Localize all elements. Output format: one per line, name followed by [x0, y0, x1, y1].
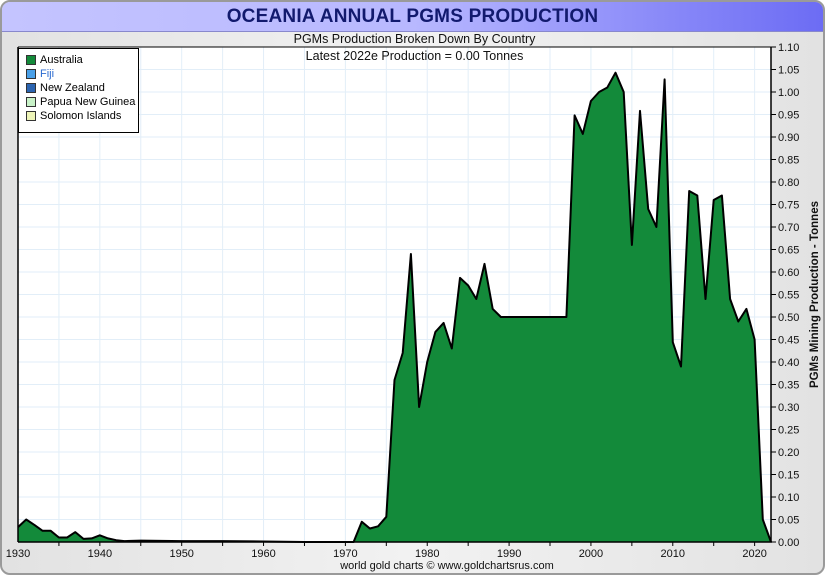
legend-swatch	[26, 69, 36, 79]
y-tick-label: 0.30	[778, 402, 799, 414]
legend-label: Papua New Guinea	[40, 96, 136, 108]
legend-label: Australia	[40, 54, 83, 66]
y-tick-label: 0.90	[778, 132, 799, 144]
legend-swatch	[26, 55, 36, 65]
x-tick-label: 2010	[661, 548, 685, 560]
legend-swatch	[26, 83, 36, 93]
x-tick-label: 1940	[88, 548, 112, 560]
y-tick-label: 0.00	[778, 537, 799, 549]
x-tick-label: 1950	[169, 548, 193, 560]
chart-subtitle: PGMs Production Broken Down By Country	[293, 32, 536, 46]
x-tick-label: 1980	[415, 548, 439, 560]
y-tick-label: 0.70	[778, 222, 799, 234]
x-tick-label: 2000	[579, 548, 603, 560]
y-tick-label: 0.35	[778, 380, 799, 392]
y-tick-label: 0.25	[778, 425, 799, 437]
y-tick-label: 0.40	[778, 357, 799, 369]
y-tick-label: 0.15	[778, 470, 799, 482]
legend-item-new-zealand: New Zealand	[26, 81, 138, 95]
y-tick-label: 0.05	[778, 515, 799, 527]
legend-label: New Zealand	[40, 82, 105, 94]
legend-item-papua-new-guinea: Papua New Guinea	[26, 95, 138, 109]
legend-item-solomon-islands: Solomon Islands	[26, 109, 138, 123]
y-tick-label: 0.85	[778, 155, 799, 167]
y-tick-label: 0.45	[778, 335, 799, 347]
legend-item-australia: Australia	[26, 53, 138, 67]
y-tick-label: 0.65	[778, 245, 799, 257]
x-tick-label: 1990	[497, 548, 521, 560]
legend-label: Solomon Islands	[40, 110, 122, 122]
legend-swatch	[26, 111, 36, 121]
legend-label: Fiji	[40, 68, 55, 80]
legend: Australia Fiji New Zealand Papua New Gui…	[18, 48, 139, 133]
chart-window: OCEANIA ANNUAL PGMS PRODUCTION 1930 1940 1…	[0, 0, 825, 575]
y-tick-label: 0.75	[778, 200, 799, 212]
y-tick-label: 0.10	[778, 492, 799, 504]
y-tick-label: 0.55	[778, 290, 799, 302]
x-tick-label: 1960	[251, 548, 275, 560]
y-tick-label: 1.00	[778, 87, 799, 99]
legend-item-fiji: Fiji	[26, 67, 138, 81]
y-tick-label: 0.80	[778, 177, 799, 189]
y-tick-label: 0.50	[778, 312, 799, 324]
y-tick-label: 0.95	[778, 110, 799, 122]
x-tick-label: 1970	[333, 548, 357, 560]
legend-swatch	[26, 97, 36, 107]
credit-text: world gold charts © www.goldchartsrus.co…	[340, 560, 554, 572]
y-tick-label: 0.20	[778, 447, 799, 459]
y-tick-label: 1.05	[778, 65, 799, 77]
x-tick-label: 1930	[6, 548, 30, 560]
x-tick-label: 2020	[742, 548, 766, 560]
y-tick-label: 0.60	[778, 267, 799, 279]
y-axis-label: PGMs Mining Production - Tonnes	[809, 201, 821, 388]
